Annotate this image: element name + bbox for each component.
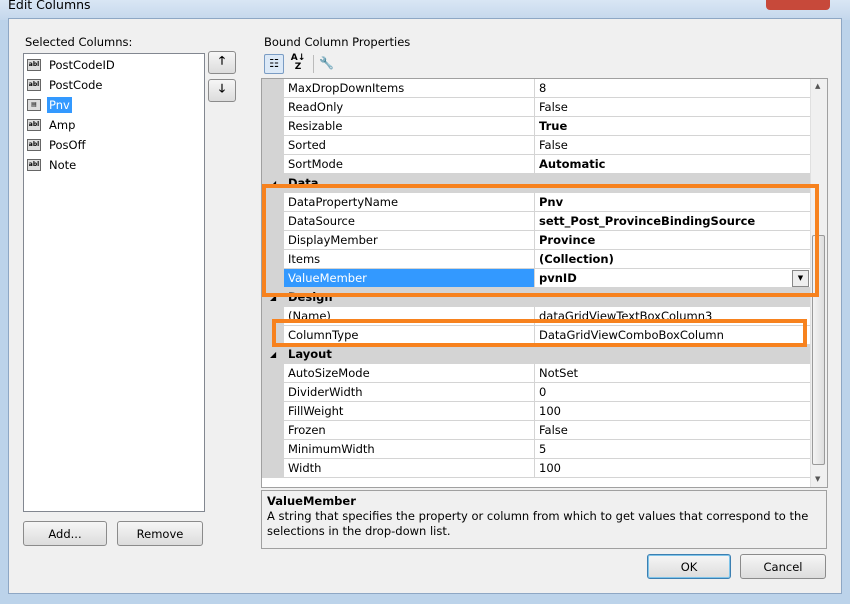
property-value[interactable]: Automatic	[535, 155, 811, 174]
column-name: PosOff	[49, 138, 86, 152]
row-margin	[262, 98, 284, 117]
selected-columns-list[interactable]: abl PostCodeID abl PostCode ▤ Pnv abl Amp abl Pos…	[23, 53, 205, 512]
highlight-column-type	[272, 319, 807, 347]
property-value[interactable]: True	[535, 117, 811, 136]
property-row[interactable]: MinimumWidth 5	[262, 440, 811, 459]
property-pages-button[interactable]: 🔧	[319, 56, 334, 70]
description-text: A string that specifies the property or …	[267, 509, 809, 538]
ok-button[interactable]: OK	[647, 554, 731, 579]
property-row[interactable]: FillWeight 100	[262, 402, 811, 421]
property-name: Width	[284, 459, 535, 478]
collapse-icon[interactable]: ◢	[270, 345, 276, 364]
close-button[interactable]	[766, 0, 830, 10]
property-name: AutoSizeMode	[284, 364, 535, 383]
column-name: PostCode	[49, 78, 103, 92]
property-name: FillWeight	[284, 402, 535, 421]
category-name: Layout	[288, 347, 332, 361]
arrow-up-icon: 🡑	[219, 53, 225, 67]
column-list-item[interactable]: abl Note	[27, 155, 78, 175]
property-row[interactable]: Sorted False	[262, 136, 811, 155]
remove-label: Remove	[136, 526, 184, 541]
remove-button[interactable]: Remove	[117, 521, 203, 546]
categorized-icon: ☷	[269, 57, 279, 70]
property-name: DividerWidth	[284, 383, 535, 402]
column-list-item[interactable]: abl PosOff	[27, 135, 88, 155]
row-margin	[262, 155, 284, 174]
window-title: Edit Columns	[8, 0, 91, 12]
description-title: ValueMember	[267, 494, 356, 508]
arrow-down-icon: 🡓	[219, 81, 225, 95]
property-row[interactable]: Frozen False	[262, 421, 811, 440]
description-panel: ValueMember A string that specifies the …	[261, 490, 827, 549]
textbox-column-icon: abl	[27, 59, 41, 71]
property-value[interactable]: 100	[535, 402, 811, 421]
categorized-view-button[interactable]: ☷	[264, 54, 284, 74]
property-name: MaxDropDownItems	[284, 79, 535, 98]
cancel-button[interactable]: Cancel	[740, 554, 826, 579]
add-label: Add...	[48, 526, 82, 541]
title-bar: Edit Columns	[0, 0, 850, 20]
column-list-item[interactable]: abl PostCodeID	[27, 55, 117, 75]
property-name: ReadOnly	[284, 98, 535, 117]
row-margin	[262, 440, 284, 459]
property-name: Resizable	[284, 117, 535, 136]
property-name: Sorted	[284, 136, 535, 155]
row-margin	[262, 117, 284, 136]
column-list-item[interactable]: abl Amp	[27, 115, 77, 135]
property-row[interactable]: SortMode Automatic	[262, 155, 811, 174]
scroll-up-icon[interactable]: ▲	[815, 82, 820, 90]
wrench-icon: 🔧	[319, 56, 334, 70]
scroll-down-icon[interactable]: ▼	[815, 475, 820, 483]
property-value[interactable]: 5	[535, 440, 811, 459]
column-list-item[interactable]: ▤ Pnv	[27, 95, 72, 115]
column-name: Note	[49, 158, 77, 172]
row-margin	[262, 364, 284, 383]
row-margin	[262, 383, 284, 402]
properties-label: Bound Column Properties	[264, 35, 411, 49]
row-margin	[262, 79, 284, 98]
property-value[interactable]: 8	[535, 79, 811, 98]
alphabetical-view-button[interactable]: A↓ Z	[288, 54, 308, 74]
column-name: Amp	[49, 118, 76, 132]
column-name: PostCodeID	[49, 58, 115, 72]
column-list-item[interactable]: abl PostCode	[27, 75, 105, 95]
property-value[interactable]: False	[535, 421, 811, 440]
property-value[interactable]: False	[535, 98, 811, 117]
toolbar-separator	[313, 55, 314, 73]
property-value[interactable]: 0	[535, 383, 811, 402]
cancel-label: Cancel	[763, 559, 803, 574]
move-down-button[interactable]: 🡓	[208, 79, 236, 102]
property-name: MinimumWidth	[284, 440, 535, 459]
property-value[interactable]: False	[535, 136, 811, 155]
column-name: Pnv	[47, 97, 72, 113]
highlight-data-section	[262, 184, 819, 297]
property-row[interactable]: AutoSizeMode NotSet	[262, 364, 811, 383]
property-name: SortMode	[284, 155, 535, 174]
textbox-column-icon: abl	[27, 119, 41, 131]
move-up-button[interactable]: 🡑	[208, 51, 236, 74]
selected-columns-label: Selected Columns:	[25, 35, 133, 49]
property-value[interactable]: NotSet	[535, 364, 811, 383]
add-button[interactable]: Add...	[23, 521, 107, 546]
property-row[interactable]: Width 100	[262, 459, 811, 478]
row-margin	[262, 421, 284, 440]
property-row[interactable]: DividerWidth 0	[262, 383, 811, 402]
property-row[interactable]: MaxDropDownItems 8	[262, 79, 811, 98]
property-category[interactable]: ◢ Layout	[262, 345, 811, 364]
ok-label: OK	[680, 559, 698, 574]
property-value[interactable]: 100	[535, 459, 811, 478]
property-row[interactable]: ReadOnly False	[262, 98, 811, 117]
property-row[interactable]: Resizable True	[262, 117, 811, 136]
combobox-column-icon: ▤	[27, 99, 41, 111]
textbox-column-icon: abl	[27, 139, 41, 151]
row-margin	[262, 459, 284, 478]
property-name: Frozen	[284, 421, 535, 440]
row-margin	[262, 136, 284, 155]
textbox-column-icon: abl	[27, 159, 41, 171]
row-margin	[262, 402, 284, 421]
textbox-column-icon: abl	[27, 79, 41, 91]
sort-az-icon: A↓ Z	[290, 53, 306, 72]
